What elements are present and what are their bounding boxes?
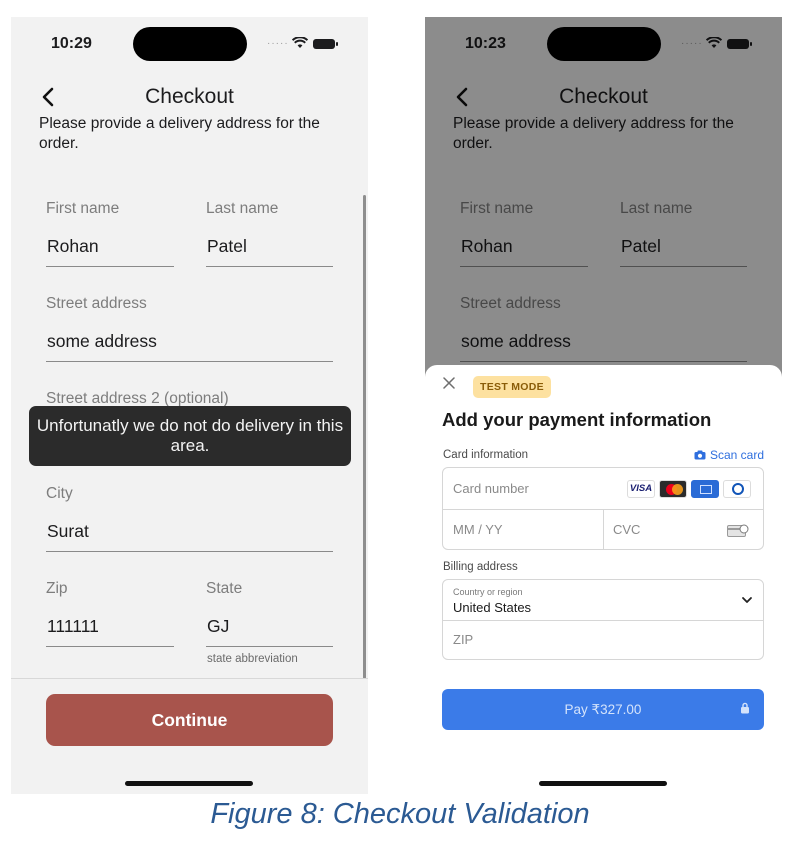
amex-icon (691, 480, 719, 498)
diners-icon (723, 480, 751, 498)
payment-sheet: TEST MODE Add your payment information C… (425, 365, 782, 794)
zip-label: Zip (46, 580, 68, 597)
close-icon[interactable] (442, 376, 456, 390)
sheet-title: Add your payment information (442, 409, 712, 430)
cvc-input[interactable]: CVC (613, 522, 640, 537)
delivery-error-toast: Unfortunatly we do not do delivery in th… (29, 406, 351, 466)
divider (443, 620, 763, 621)
pay-button-label: Pay ₹327.00 (564, 702, 642, 717)
field-underline (206, 646, 333, 647)
state-helper-text: state abbreviation (207, 653, 298, 665)
expiry-input[interactable]: MM / YY (453, 522, 503, 537)
scan-card-label: Scan card (709, 448, 764, 462)
zip-value[interactable]: 111111 (47, 616, 99, 637)
lock-icon (741, 702, 749, 714)
card-input-group: Card number VISA MM / YY CVC (442, 467, 764, 550)
first-name-field[interactable]: First name Rohan (46, 200, 174, 267)
field-underline (46, 266, 174, 267)
state-value[interactable]: GJ (207, 616, 229, 637)
wifi-icon (292, 37, 308, 48)
city-label: City (46, 485, 73, 502)
field-underline (46, 361, 333, 362)
visa-icon: VISA (627, 480, 655, 498)
status-time: 10:29 (51, 35, 92, 52)
country-value: United States (453, 600, 532, 615)
dynamic-island (133, 27, 247, 61)
battery-icon (313, 39, 338, 49)
zip-input[interactable]: ZIP (453, 632, 473, 647)
zip-field[interactable]: Zip 111111 (46, 580, 174, 647)
page-title: Checkout (145, 85, 234, 108)
billing-input-group: Country or region United States ZIP (442, 579, 764, 660)
scrollbar[interactable] (363, 195, 366, 679)
field-underline (46, 551, 333, 552)
city-value[interactable]: Surat (47, 521, 89, 542)
last-name-label: Last name (206, 200, 279, 217)
camera-icon (694, 450, 706, 460)
billing-address-label: Billing address (443, 561, 518, 573)
street-address-field[interactable]: Street address some address (46, 295, 333, 362)
last-name-field[interactable]: Last name Patel (206, 200, 333, 267)
address-form: Please provide a delivery address for th… (11, 117, 368, 677)
divider (603, 509, 604, 549)
checkout-screen-left: 10:29 ····· Checkout Please provide a de… (11, 17, 368, 794)
state-field[interactable]: State GJ (206, 580, 333, 647)
pay-button[interactable]: Pay ₹327.00 (442, 689, 764, 730)
home-indicator[interactable] (125, 781, 253, 786)
chevron-down-icon (742, 597, 752, 603)
home-indicator[interactable] (539, 781, 667, 786)
first-name-label: First name (46, 200, 120, 217)
field-underline (206, 266, 333, 267)
signal-icon: ····· (267, 38, 289, 49)
nav-header: Checkout (11, 77, 368, 117)
card-brand-logos: VISA (627, 480, 751, 498)
status-bar: 10:29 ····· (11, 17, 368, 69)
mastercard-icon (659, 480, 687, 498)
checkout-screen-right: 10:23 ····· Checkout Please provide a de… (425, 17, 782, 794)
scan-card-link[interactable]: Scan card (694, 448, 764, 462)
card-info-label: Card information (443, 449, 529, 461)
country-label: Country or region (453, 587, 523, 597)
continue-button[interactable]: Continue (46, 694, 333, 746)
street-address-label: Street address (46, 295, 147, 312)
figure-caption: Figure 8: Checkout Validation (210, 798, 590, 830)
street-address-value[interactable]: some address (47, 331, 157, 352)
card-number-input[interactable]: Card number (453, 481, 529, 496)
intro-text: Please provide a delivery address for th… (39, 117, 320, 152)
cvc-card-icon (727, 524, 749, 537)
last-name-value[interactable]: Patel (207, 236, 247, 257)
first-name-value[interactable]: Rohan (47, 236, 99, 257)
field-underline (46, 646, 174, 647)
test-mode-badge: TEST MODE (473, 376, 551, 398)
state-label: State (206, 580, 243, 597)
city-field[interactable]: City Surat (46, 485, 333, 552)
footer-divider (11, 678, 368, 679)
